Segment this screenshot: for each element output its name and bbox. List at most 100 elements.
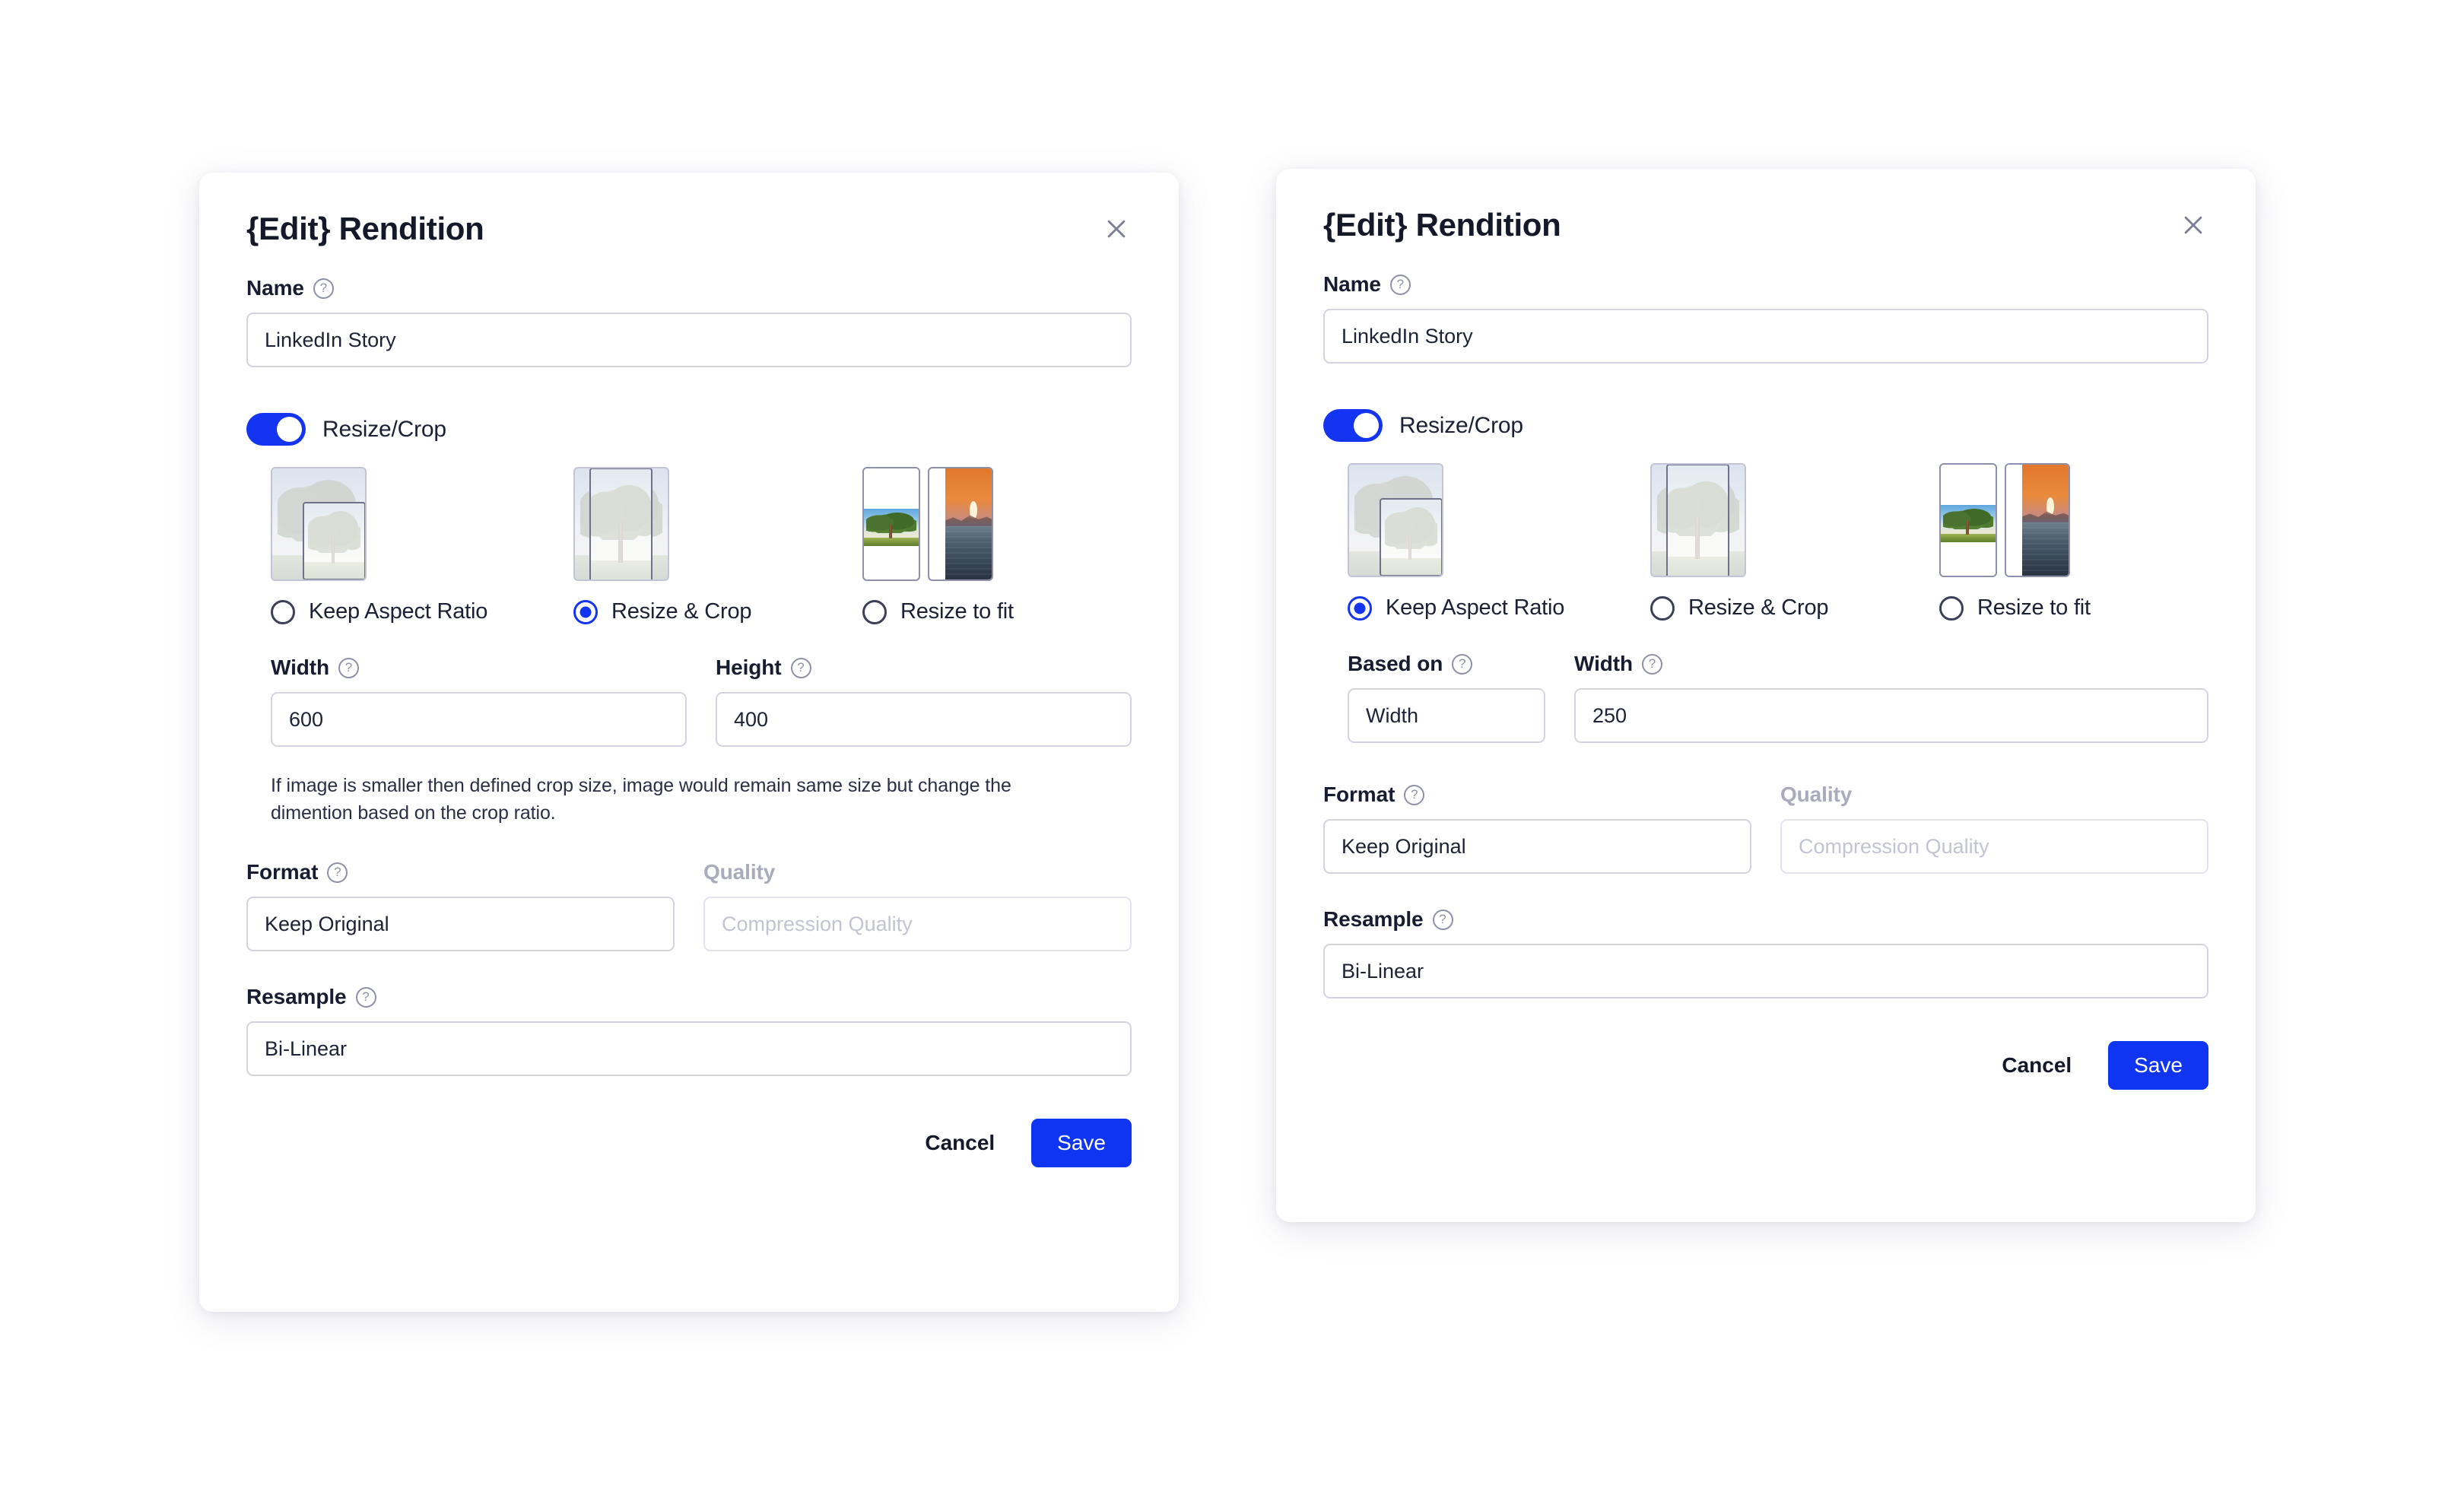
- resample-select[interactable]: Bi-Linear: [246, 1021, 1132, 1076]
- help-circle-icon[interactable]: ?: [1432, 909, 1453, 930]
- help-circle-icon[interactable]: ?: [1389, 274, 1411, 295]
- based-on-select[interactable]: Width: [1348, 688, 1545, 743]
- dialog-header: {Edit} Rendition: [246, 211, 1132, 259]
- resize-crop-toggle[interactable]: [246, 413, 306, 446]
- save-button[interactable]: Save: [2108, 1041, 2208, 1090]
- radio-icon: [862, 599, 887, 624]
- thumbnail-original-faded: [573, 467, 669, 581]
- radio-resize-and-crop[interactable]: Resize & Crop: [1650, 595, 1829, 621]
- mode-resize-to-fit[interactable]: Resize to fit: [862, 467, 1014, 624]
- resample-field-group: Resample ? Bi-Linear: [1323, 907, 2208, 998]
- thumbnail-letterboxed-tree: [862, 467, 920, 581]
- format-label: Format: [246, 860, 319, 884]
- format-select[interactable]: Keep Original: [246, 897, 675, 951]
- height-field-group: Height ? 400: [716, 656, 1132, 747]
- cancel-button[interactable]: Cancel: [1997, 1046, 2076, 1085]
- quality-label-row: Quality: [703, 860, 1132, 884]
- cancel-button[interactable]: Cancel: [920, 1123, 999, 1163]
- thumbnail-cropped-overlay: [303, 502, 365, 579]
- width-field-group: Width ? 250: [1574, 652, 2208, 743]
- mode-resize-to-fit[interactable]: Resize to fit: [1939, 463, 2091, 621]
- mode-thumbnail-resize-and-crop: [573, 467, 751, 583]
- mode-keep-aspect-ratio[interactable]: Keep Aspect Ratio: [271, 467, 487, 624]
- help-circle-icon[interactable]: ?: [327, 862, 348, 883]
- help-circle-icon[interactable]: ?: [1642, 653, 1662, 675]
- radio-resize-and-crop[interactable]: Resize & Crop: [573, 599, 752, 624]
- width-label-row: Width ?: [271, 656, 687, 680]
- format-label-row: Format ?: [1323, 783, 1751, 807]
- width-label-row: Width ?: [1574, 652, 2208, 676]
- quality-input[interactable]: Compression Quality: [1780, 819, 2208, 874]
- crop-mode-options-right: Keep Aspect Ratio Resize & Crop Resize t…: [1323, 463, 2208, 630]
- mode-label: Keep Aspect Ratio: [309, 599, 488, 624]
- mode-label: Keep Aspect Ratio: [1386, 595, 1565, 620]
- width-input[interactable]: 600: [271, 692, 687, 747]
- name-input[interactable]: LinkedIn Story: [246, 313, 1132, 367]
- dialog-footer: Cancel Save: [246, 1119, 1132, 1167]
- save-button[interactable]: Save: [1031, 1119, 1132, 1167]
- help-circle-icon[interactable]: ?: [1452, 653, 1473, 675]
- mode-label: Resize to fit: [900, 599, 1014, 624]
- resample-label: Resample: [1323, 907, 1424, 931]
- radio-resize-to-fit[interactable]: Resize to fit: [862, 599, 1014, 624]
- radio-resize-to-fit[interactable]: Resize to fit: [1939, 595, 2091, 621]
- help-circle-icon[interactable]: ?: [355, 986, 376, 1008]
- help-circle-icon[interactable]: ?: [790, 657, 811, 678]
- mode-thumbnail-resize-to-fit: [862, 467, 1014, 583]
- name-field-group: Name ? LinkedIn Story: [246, 276, 1132, 367]
- resize-crop-toggle-row: Resize/Crop: [1323, 409, 2208, 442]
- name-label-row: Name ?: [1323, 272, 2208, 297]
- mode-label: Resize to fit: [1977, 595, 2091, 620]
- format-label: Format: [1323, 783, 1396, 806]
- close-button[interactable]: [1097, 209, 1136, 249]
- name-field-group: Name ? LinkedIn Story: [1323, 272, 2208, 364]
- tree-image: [1381, 500, 1441, 575]
- edit-rendition-dialog-right: {Edit} Rendition Name ? LinkedIn Story R…: [1276, 169, 2256, 1222]
- close-button[interactable]: [2173, 205, 2213, 245]
- name-input[interactable]: LinkedIn Story: [1323, 309, 2208, 364]
- page-title: {Edit} Rendition: [246, 211, 484, 246]
- width-label: Width: [1574, 652, 1633, 675]
- thumbnail-pillarboxed-sunset: [2005, 463, 2070, 577]
- name-label-row: Name ?: [246, 276, 1132, 300]
- thumbnail-original-faded: [1348, 463, 1443, 577]
- resize-crop-toggle-row: Resize/Crop: [246, 413, 1132, 446]
- tree-image: [1941, 504, 1996, 543]
- thumbnail-letterboxed-tree: [1939, 463, 1997, 577]
- quality-input[interactable]: Compression Quality: [703, 897, 1132, 951]
- dialog-header: {Edit} Rendition: [1323, 208, 2208, 256]
- mode-label: Resize & Crop: [1688, 595, 1829, 620]
- mode-thumbnail-keep-aspect-ratio: [271, 467, 487, 583]
- page-title: {Edit} Rendition: [1323, 207, 1561, 243]
- radio-icon: [573, 599, 598, 624]
- tree-image: [864, 508, 919, 547]
- radio-icon: [271, 599, 295, 624]
- mode-resize-and-crop[interactable]: Resize & Crop: [573, 467, 752, 624]
- resample-select[interactable]: Bi-Linear: [1323, 944, 2208, 998]
- mode-keep-aspect-ratio[interactable]: Keep Aspect Ratio: [1348, 463, 1564, 621]
- width-field-group: Width ? 600: [271, 656, 687, 747]
- close-icon: [1103, 216, 1129, 242]
- basedon-width-group: Based on ? Width Width ? 250: [1323, 652, 2208, 743]
- width-input[interactable]: 250: [1574, 688, 2208, 743]
- help-circle-icon[interactable]: ?: [313, 278, 334, 299]
- based-on-label: Based on: [1348, 652, 1443, 675]
- radio-keep-aspect-ratio[interactable]: Keep Aspect Ratio: [271, 599, 487, 624]
- format-select[interactable]: Keep Original: [1323, 819, 1751, 874]
- height-input[interactable]: 400: [716, 692, 1132, 747]
- edit-rendition-dialog-left: {Edit} Rendition Name ? LinkedIn Story R…: [199, 173, 1179, 1312]
- quality-label: Quality: [1780, 783, 1853, 806]
- crop-mode-options-left: Keep Aspect Ratio Resize & Crop Resize t…: [246, 467, 1132, 634]
- quality-label-row: Quality: [1780, 783, 2208, 807]
- resize-crop-toggle[interactable]: [1323, 409, 1383, 442]
- quality-field-group: Quality Compression Quality: [1780, 783, 2208, 874]
- tree-image: [1668, 465, 1728, 576]
- dialog-footer: Cancel Save: [1323, 1041, 2208, 1090]
- help-circle-icon[interactable]: ?: [338, 657, 359, 678]
- mode-resize-and-crop[interactable]: Resize & Crop: [1650, 463, 1829, 621]
- width-label: Width: [271, 656, 329, 679]
- resize-crop-label: Resize/Crop: [322, 416, 446, 442]
- help-circle-icon[interactable]: ?: [1404, 784, 1425, 805]
- thumbnail-original-faded: [271, 467, 367, 581]
- radio-keep-aspect-ratio[interactable]: Keep Aspect Ratio: [1348, 595, 1564, 621]
